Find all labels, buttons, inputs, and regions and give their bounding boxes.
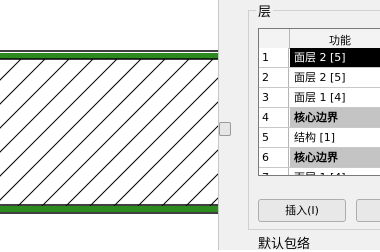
delete-button[interactable] — [356, 199, 380, 222]
layer-row-3[interactable]: 3 面层 1 [4] — [259, 88, 380, 108]
hatch-pattern — [0, 58, 218, 206]
layers-grid[interactable]: 功能 1 面层 2 [5] 2 面层 2 [5] 3 面层 1 [4] 4 核心… — [258, 28, 380, 176]
wall-preview — [0, 0, 218, 250]
wall-bottom-finish — [0, 206, 218, 212]
row-number[interactable]: 2 — [259, 68, 289, 87]
row-number[interactable]: 6 — [259, 148, 289, 167]
insert-button[interactable]: 插入(I) — [258, 199, 346, 222]
row-number[interactable]: 1 — [259, 48, 289, 67]
layer-row-2[interactable]: 2 面层 2 [5] — [259, 68, 380, 88]
row-number[interactable]: 5 — [259, 128, 289, 147]
row-function[interactable]: 面层 2 [5] — [290, 48, 380, 67]
splitter-handle[interactable] — [219, 122, 231, 136]
row-number[interactable]: 7 — [259, 168, 289, 175]
row-function[interactable]: 面层 1 [4] — [290, 88, 380, 107]
row-function[interactable]: 结构 [1] — [290, 128, 380, 147]
row-function[interactable]: 面层 2 [5] — [290, 68, 380, 87]
column-header-function[interactable]: 功能 — [329, 32, 351, 48]
layers-group-title: 层 — [256, 1, 274, 20]
grid-corner — [259, 29, 290, 48]
layer-row-1[interactable]: 1 面层 2 [5] — [259, 48, 380, 68]
layer-row-7[interactable]: 7 面层 1 [4] — [259, 168, 380, 175]
row-number[interactable]: 4 — [259, 108, 289, 127]
layer-row-6[interactable]: 6 核心边界 — [259, 148, 380, 168]
row-number[interactable]: 3 — [259, 88, 289, 107]
row-function[interactable]: 面层 1 [4] — [290, 168, 380, 175]
row-function[interactable]: 核心边界 — [290, 148, 380, 167]
default-wrapping-label: 默认包络 — [258, 237, 311, 252]
row-function[interactable]: 核心边界 — [290, 108, 380, 127]
layer-row-4[interactable]: 4 核心边界 — [259, 108, 380, 128]
wall-top-finish — [0, 53, 218, 59]
wall-section-drawing — [0, 50, 218, 214]
layer-row-5[interactable]: 5 结构 [1] — [259, 128, 380, 148]
grid-header: 功能 — [259, 29, 380, 49]
